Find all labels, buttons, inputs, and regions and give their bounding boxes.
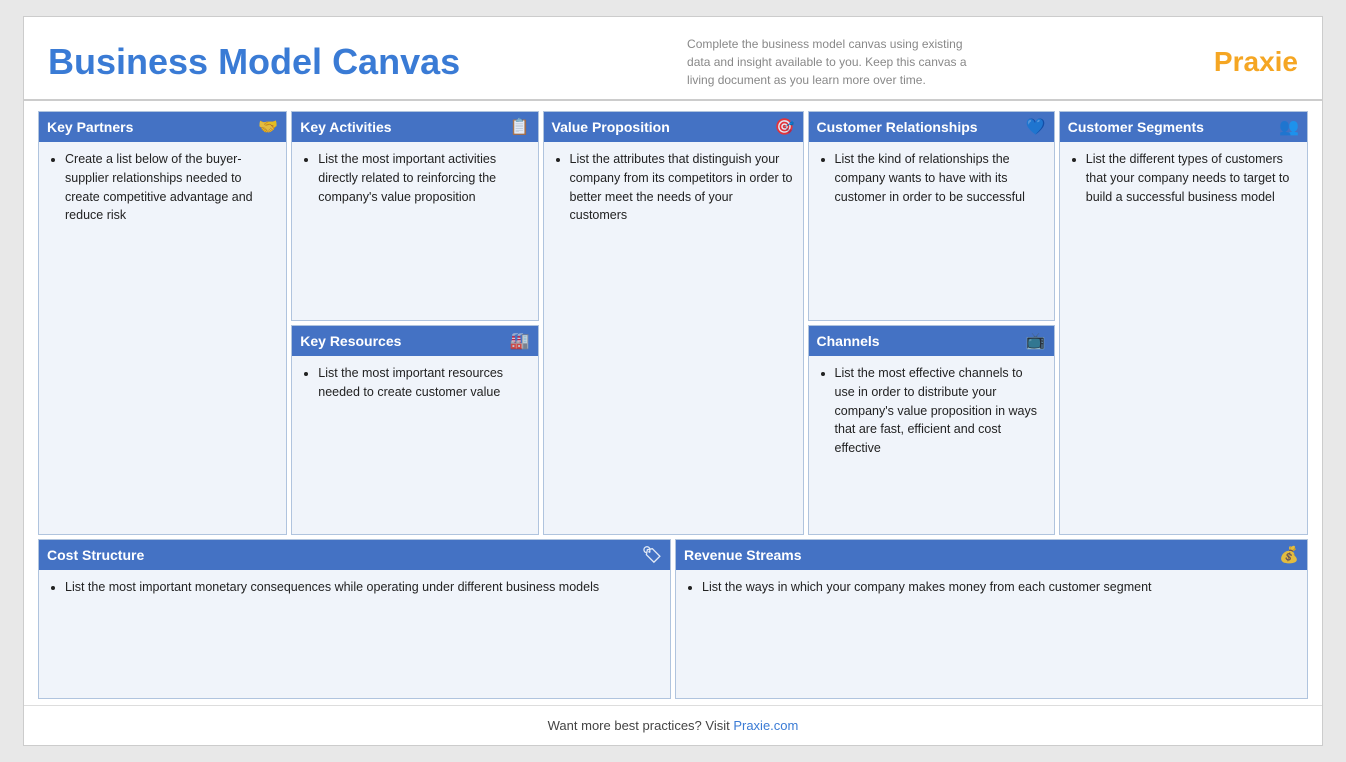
key-activities-cell: Key Activities 📋 List the most important… — [291, 111, 538, 321]
page-title: Business Model Canvas — [48, 41, 460, 83]
cost-structure-cell: Cost Structure 🏷 List the most important… — [38, 539, 671, 699]
page-wrapper: Business Model Canvas Complete the busin… — [23, 16, 1323, 746]
channels-icon: 📺 — [1026, 331, 1046, 351]
logo-text: Praxi — [1214, 46, 1283, 77]
cost-structure-title: Cost Structure — [47, 547, 144, 563]
relationships-channels-column: Customer Relationships 💙 List the kind o… — [808, 111, 1055, 535]
revenue-streams-cell: Revenue Streams 💰 List the ways in which… — [675, 539, 1308, 699]
logo: Praxie — [1214, 46, 1298, 78]
header-subtitle: Complete the business model canvas using… — [687, 35, 987, 89]
channels-title: Channels — [817, 333, 880, 349]
key-partners-icon: 🤝 — [258, 117, 278, 137]
customer-relationships-icon: 💙 — [1026, 117, 1046, 137]
list-item: List the kind of relationships the compa… — [835, 150, 1044, 206]
key-resources-title: Key Resources — [300, 333, 401, 349]
activities-resources-column: Key Activities 📋 List the most important… — [291, 111, 538, 535]
list-item: List the most important monetary consequ… — [65, 578, 660, 597]
cost-structure-header: Cost Structure 🏷 — [39, 540, 670, 570]
key-partners-title: Key Partners — [47, 119, 133, 135]
customer-segments-cell: Customer Segments 👥 List the different t… — [1059, 111, 1308, 535]
value-proposition-content: List the attributes that distinguish you… — [544, 142, 803, 534]
customer-relationships-title: Customer Relationships — [817, 119, 978, 135]
canvas-bottom-row: Cost Structure 🏷 List the most important… — [38, 539, 1308, 699]
customer-relationships-content: List the kind of relationships the compa… — [809, 142, 1054, 320]
key-resources-header: Key Resources 🏭 — [292, 326, 537, 356]
list-item: List the most important resources needed… — [318, 364, 527, 402]
customer-segments-header: Customer Segments 👥 — [1060, 112, 1307, 142]
key-partners-content: Create a list below of the buyer-supplie… — [39, 142, 286, 534]
list-item: List the attributes that distinguish you… — [570, 150, 793, 225]
key-resources-cell: Key Resources 🏭 List the most important … — [291, 325, 538, 535]
list-item: List the most important activities direc… — [318, 150, 527, 206]
customer-relationships-cell: Customer Relationships 💙 List the kind o… — [808, 111, 1055, 321]
customer-segments-content: List the different types of customers th… — [1060, 142, 1307, 534]
footer-text: Want more best practices? Visit — [548, 718, 734, 733]
list-item: List the most effective channels to use … — [835, 364, 1044, 458]
logo-dot: e — [1282, 46, 1298, 77]
revenue-streams-icon: 💰 — [1279, 545, 1299, 565]
key-partners-header: Key Partners 🤝 — [39, 112, 286, 142]
cost-structure-content: List the most important monetary consequ… — [39, 570, 670, 698]
customer-relationships-header: Customer Relationships 💙 — [809, 112, 1054, 142]
canvas-top-row: Key Partners 🤝 Create a list below of th… — [38, 111, 1308, 535]
value-proposition-cell: Value Proposition 🎯 List the attributes … — [543, 111, 804, 535]
customer-segments-title: Customer Segments — [1068, 119, 1204, 135]
value-proposition-header: Value Proposition 🎯 — [544, 112, 803, 142]
key-activities-icon: 📋 — [510, 117, 530, 137]
channels-header: Channels 📺 — [809, 326, 1054, 356]
channels-cell: Channels 📺 List the most effective chann… — [808, 325, 1055, 535]
key-partners-cell: Key Partners 🤝 Create a list below of th… — [38, 111, 287, 535]
header: Business Model Canvas Complete the busin… — [24, 17, 1322, 101]
footer-link[interactable]: Praxie.com — [733, 718, 798, 733]
canvas-body: Key Partners 🤝 Create a list below of th… — [24, 101, 1322, 699]
key-activities-content: List the most important activities direc… — [292, 142, 537, 320]
list-item: List the ways in which your company make… — [702, 578, 1297, 597]
revenue-streams-title: Revenue Streams — [684, 547, 802, 563]
key-activities-title: Key Activities — [300, 119, 391, 135]
list-item: Create a list below of the buyer-supplie… — [65, 150, 276, 225]
revenue-streams-header: Revenue Streams 💰 — [676, 540, 1307, 570]
key-resources-content: List the most important resources needed… — [292, 356, 537, 534]
customer-segments-icon: 👥 — [1279, 117, 1299, 137]
cost-structure-icon: 🏷 — [642, 545, 662, 565]
footer: Want more best practices? Visit Praxie.c… — [24, 705, 1322, 745]
revenue-streams-content: List the ways in which your company make… — [676, 570, 1307, 698]
value-proposition-icon: 🎯 — [775, 117, 795, 137]
list-item: List the different types of customers th… — [1086, 150, 1297, 206]
key-resources-icon: 🏭 — [510, 331, 530, 351]
key-activities-header: Key Activities 📋 — [292, 112, 537, 142]
channels-content: List the most effective channels to use … — [809, 356, 1054, 534]
value-proposition-title: Value Proposition — [552, 119, 670, 135]
